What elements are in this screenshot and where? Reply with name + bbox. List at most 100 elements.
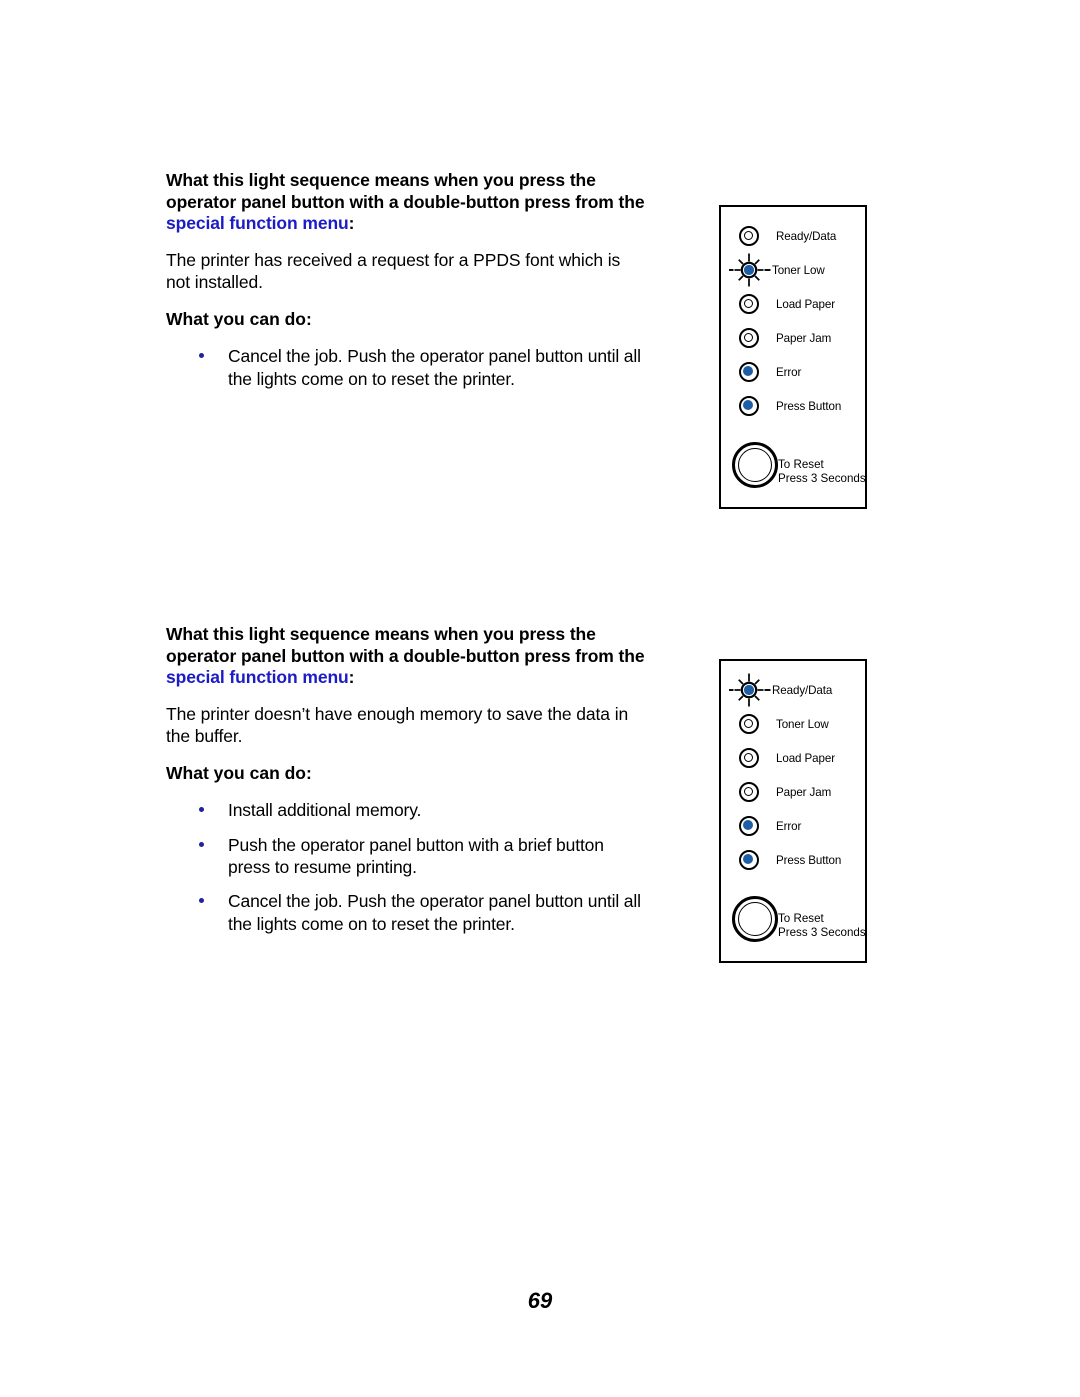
section-1-text: What this light sequence means when you … xyxy=(166,170,646,390)
reset-button-icon[interactable] xyxy=(732,896,778,942)
led-off-icon xyxy=(739,714,759,734)
reset-button-area-2: To Reset Press 3 Seconds xyxy=(732,896,866,948)
operator-panel-diagram-2: Ready/Data Toner Low Load Paper Paper Jam Er… xyxy=(719,659,867,963)
led-off-icon xyxy=(739,226,759,246)
section-2-text: What this light sequence means when you … xyxy=(166,624,646,935)
led-off-icon xyxy=(739,748,759,768)
section-2-bullet-list: Install additional memory. Push the oper… xyxy=(166,799,646,935)
led-core xyxy=(743,298,754,309)
section-1-heading-accent: special function menu xyxy=(166,213,349,234)
led-row-toner-low: Toner Low xyxy=(721,707,865,741)
document-page: What this light sequence means when you … xyxy=(0,0,1080,1397)
reset-line-2: Press 3 Seconds xyxy=(778,926,866,939)
section-1-bullet-list: Cancel the job. Push the operator panel … xyxy=(166,345,646,390)
led-row-load-paper: Load Paper xyxy=(721,741,865,775)
led-label: Paper Jam xyxy=(776,785,832,799)
led-off-icon xyxy=(739,328,759,348)
led-label: Ready/Data xyxy=(776,229,837,243)
led-label: Ready/Data xyxy=(772,683,833,697)
reset-button-icon[interactable] xyxy=(732,442,778,488)
reset-line-1: To Reset xyxy=(778,458,824,471)
led-row-error: Error xyxy=(721,809,865,843)
reset-button-inner-ring xyxy=(738,448,772,482)
led-label: Load Paper xyxy=(776,751,835,765)
led-row-press-button: Press Button xyxy=(721,389,865,423)
led-core xyxy=(743,786,754,797)
section-1-heading-suffix: : xyxy=(348,213,355,234)
led-label: Paper Jam xyxy=(776,331,832,345)
led-indicator-slot xyxy=(730,775,776,809)
led-row-error: Error xyxy=(721,355,865,389)
led-indicator-slot xyxy=(730,389,776,423)
led-indicator-slot xyxy=(730,355,776,389)
list-item: Push the operator panel button with a br… xyxy=(166,834,646,879)
led-off-icon xyxy=(739,782,759,802)
led-core xyxy=(743,718,754,729)
section-1-heading-prefix: What this light sequence means when you … xyxy=(166,170,645,212)
led-row-toner-low: Toner Low xyxy=(721,253,865,287)
led-indicator-slot xyxy=(730,809,776,843)
reset-button-inner-ring xyxy=(738,902,772,936)
led-indicator-slot xyxy=(730,707,776,741)
list-item: Cancel the job. Push the operator panel … xyxy=(166,890,646,935)
led-row-load-paper: Load Paper xyxy=(721,287,865,321)
led-label: Press Button xyxy=(776,399,842,413)
led-core xyxy=(743,366,754,377)
bullet-point-icon xyxy=(199,353,204,359)
reset-instruction-text: To Reset Press 3 Seconds xyxy=(778,912,866,940)
led-indicator-slot xyxy=(730,219,776,253)
led-off-icon xyxy=(739,294,759,314)
led-label: Error xyxy=(776,365,802,379)
led-label: Press Button xyxy=(776,853,842,867)
led-on-icon xyxy=(739,816,759,836)
list-item-text: Push the operator panel button with a br… xyxy=(228,834,604,877)
led-indicator-slot xyxy=(729,673,776,707)
section-2-heading-suffix: : xyxy=(348,667,355,688)
list-item: Install additional memory. xyxy=(166,799,646,821)
led-core xyxy=(743,752,754,763)
section-1-heading: What this light sequence means when you … xyxy=(166,170,646,235)
section-1-subheading: What you can do: xyxy=(166,309,312,330)
led-label: Toner Low xyxy=(772,263,825,277)
led-indicator-slot xyxy=(729,253,776,287)
led-blinking-icon xyxy=(729,253,771,287)
led-core xyxy=(743,230,754,241)
led-row-press-button: Press Button xyxy=(721,843,865,877)
led-core xyxy=(743,332,754,343)
led-row-paper-jam: Paper Jam xyxy=(721,775,865,809)
led-row-ready-data: Ready/Data xyxy=(721,219,865,253)
section-1-description: The printer has received a request for a… xyxy=(166,249,621,292)
led-row-ready-data: Ready/Data xyxy=(721,673,865,707)
led-on-icon xyxy=(739,396,759,416)
list-item-text: Cancel the job. Push the operator panel … xyxy=(228,891,641,934)
led-label: Error xyxy=(776,819,802,833)
reset-line-2: Press 3 Seconds xyxy=(778,472,866,485)
led-row-paper-jam: Paper Jam xyxy=(721,321,865,355)
led-label: Load Paper xyxy=(776,297,835,311)
list-item-text: Cancel the job. Push the operator panel … xyxy=(228,346,641,389)
led-core xyxy=(743,820,754,831)
led-core xyxy=(743,400,754,411)
led-blinking-icon xyxy=(729,673,771,707)
led-label: Toner Low xyxy=(776,717,829,731)
reset-instruction-text: To Reset Press 3 Seconds xyxy=(778,458,866,486)
section-2-heading-accent: special function menu xyxy=(166,667,349,688)
led-indicator-slot xyxy=(730,287,776,321)
led-list-2: Ready/Data Toner Low Load Paper Paper Jam Er… xyxy=(721,673,865,877)
led-indicator-slot xyxy=(730,321,776,355)
operator-panel-diagram-1: Ready/Data Toner Low Load Paper Paper Jam Er… xyxy=(719,205,867,509)
section-2-heading-prefix: What this light sequence means when you … xyxy=(166,624,645,666)
section-2-description: The printer doesn’t have enough memory t… xyxy=(166,703,629,746)
reset-button-area-1: To Reset Press 3 Seconds xyxy=(732,442,866,494)
led-list-1: Ready/Data Toner Low Load Paper Paper Jam Er… xyxy=(721,219,865,423)
led-on-icon xyxy=(739,850,759,870)
led-on-icon xyxy=(739,362,759,382)
section-2-heading: What this light sequence means when you … xyxy=(166,624,646,689)
bullet-point-icon xyxy=(199,841,204,847)
led-indicator-slot xyxy=(730,843,776,877)
list-item: Cancel the job. Push the operator panel … xyxy=(166,345,646,390)
bullet-point-icon xyxy=(199,807,204,813)
list-item-text: Install additional memory. xyxy=(228,800,422,821)
section-2-subheading: What you can do: xyxy=(166,763,312,784)
bullet-point-icon xyxy=(199,898,204,904)
